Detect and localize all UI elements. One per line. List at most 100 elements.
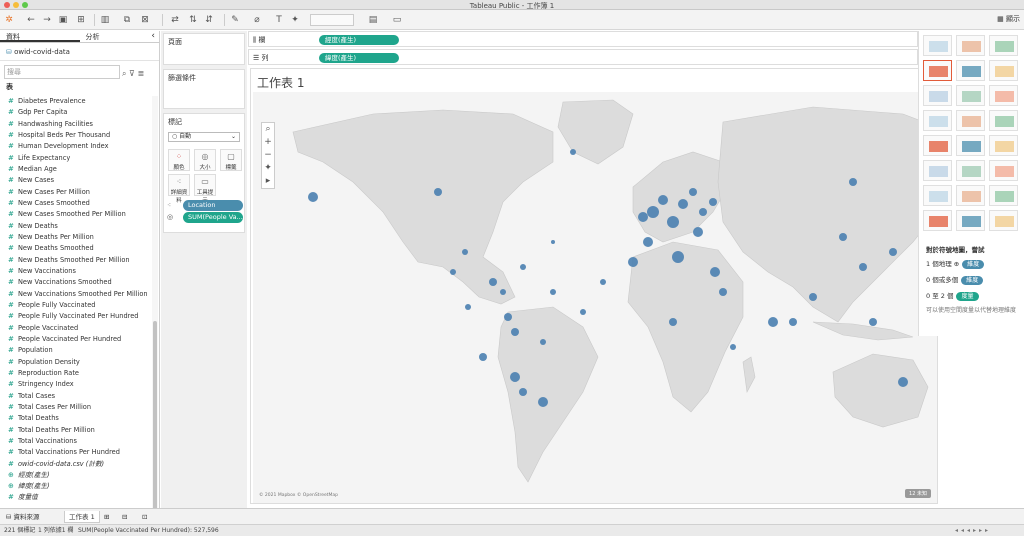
country-mark[interactable] xyxy=(859,263,867,271)
mark-type-dropdown[interactable]: ○ 自動 ⌄ xyxy=(168,132,240,142)
country-mark[interactable] xyxy=(308,192,318,202)
country-mark[interactable] xyxy=(510,372,520,382)
chart-type-thumbnail[interactable] xyxy=(989,85,1018,106)
columns-shelf[interactable]: ⫼ 欄 經度(產生) xyxy=(248,31,918,47)
field-item[interactable]: # Diabetes Prevalence xyxy=(0,96,152,107)
field-item[interactable]: # New Deaths Per Million xyxy=(0,232,152,243)
chart-type-thumbnail[interactable] xyxy=(956,135,985,156)
map-search-icon[interactable]: ⌕ xyxy=(262,123,274,136)
sort-descending-icon[interactable]: ⇵ xyxy=(204,14,214,26)
pages-card[interactable]: 頁面 xyxy=(163,33,245,65)
field-list-scrollbar[interactable] xyxy=(152,96,158,536)
field-item[interactable]: # Total Cases xyxy=(0,391,152,402)
new-dashboard-tab-icon[interactable]: ⊟ xyxy=(118,511,131,523)
chart-type-thumbnail[interactable] xyxy=(923,60,952,81)
country-mark[interactable] xyxy=(768,317,778,327)
pin-map-icon[interactable]: ✦ xyxy=(262,162,274,175)
chart-type-thumbnail[interactable] xyxy=(956,160,985,181)
field-item[interactable]: # Reproduction Rate xyxy=(0,368,152,379)
field-item[interactable]: # Total Cases Per Million xyxy=(0,402,152,413)
country-mark[interactable] xyxy=(730,344,736,350)
country-mark[interactable] xyxy=(678,199,688,209)
country-mark[interactable] xyxy=(462,249,468,255)
sheet-navigation-icon[interactable]: ◂◂◂▸▸▸ xyxy=(955,525,991,536)
country-mark[interactable] xyxy=(479,353,487,361)
chart-type-thumbnail[interactable] xyxy=(956,60,985,81)
detail-button[interactable]: ⁖ 詳細資料 xyxy=(168,174,190,204)
expand-toolbar-icon[interactable]: ▸ xyxy=(262,175,274,188)
country-mark[interactable] xyxy=(869,318,877,326)
field-item[interactable]: # New Vaccinations xyxy=(0,266,152,277)
chart-type-thumbnail[interactable] xyxy=(989,110,1018,131)
group-icon[interactable]: ⌀ xyxy=(252,14,262,26)
redo-icon[interactable]: → xyxy=(42,14,52,26)
data-source-item[interactable]: ⛁ owid-covid-data xyxy=(0,43,159,61)
color-button[interactable]: ⁘ 顏色 xyxy=(168,149,190,171)
field-item[interactable]: # Gdp Per Capita xyxy=(0,107,152,118)
country-mark[interactable] xyxy=(647,206,659,218)
country-mark[interactable] xyxy=(628,257,638,267)
unknown-marks-badge[interactable]: 12 未知 xyxy=(905,489,931,498)
field-item[interactable]: # People Vaccinated Per Hundred xyxy=(0,334,152,345)
country-mark[interactable] xyxy=(658,195,668,205)
country-mark[interactable] xyxy=(669,318,677,326)
field-item[interactable]: # Total Vaccinations Per Hundred xyxy=(0,447,152,458)
chart-type-thumbnail[interactable] xyxy=(923,135,952,156)
save-icon[interactable]: ▣ xyxy=(58,14,68,26)
country-mark[interactable] xyxy=(580,309,586,315)
tableau-logo-icon[interactable]: ✲ xyxy=(4,14,14,26)
chart-type-thumbnail[interactable] xyxy=(989,160,1018,181)
field-item[interactable]: # Median Age xyxy=(0,164,152,175)
sort-ascending-icon[interactable]: ⇅ xyxy=(188,14,198,26)
field-item[interactable]: # Stringency Index xyxy=(0,379,152,390)
scrollbar-thumb[interactable] xyxy=(153,321,157,536)
chart-type-thumbnail[interactable] xyxy=(956,210,985,231)
fit-dropdown[interactable] xyxy=(310,14,354,26)
field-item[interactable]: # New Cases Smoothed xyxy=(0,198,152,209)
chart-type-thumbnail[interactable] xyxy=(956,35,985,56)
country-mark[interactable] xyxy=(511,328,519,336)
view-options-icon[interactable]: ≣ xyxy=(137,69,144,78)
field-item[interactable]: # New Vaccinations Smoothed Per Million xyxy=(0,289,152,300)
country-mark[interactable] xyxy=(520,264,526,270)
size-measure-pill[interactable]: SUM(People Va... xyxy=(183,212,243,223)
country-mark[interactable] xyxy=(898,377,908,387)
tab-analytics[interactable]: 分析 xyxy=(80,31,160,42)
country-mark[interactable] xyxy=(570,149,576,155)
country-mark[interactable] xyxy=(689,188,697,196)
chart-type-thumbnail[interactable] xyxy=(956,110,985,131)
chart-type-thumbnail[interactable] xyxy=(923,185,952,206)
country-mark[interactable] xyxy=(667,216,679,228)
chart-type-thumbnail[interactable] xyxy=(923,85,952,106)
chart-type-thumbnail[interactable] xyxy=(923,210,952,231)
labels-icon[interactable]: T xyxy=(274,14,284,26)
size-button[interactable]: ◎ 大小 xyxy=(194,149,216,171)
collapse-pane-icon[interactable]: ‹ xyxy=(151,31,155,41)
field-item[interactable]: # New Deaths xyxy=(0,221,152,232)
country-mark[interactable] xyxy=(465,304,471,310)
symbol-map[interactable]: ⌕ + − ✦ ▸ © 2021 Mapbox © OpenStreetMap … xyxy=(253,92,937,503)
chart-type-thumbnail[interactable] xyxy=(923,35,952,56)
country-mark[interactable] xyxy=(889,248,897,256)
country-mark[interactable] xyxy=(672,251,684,263)
country-mark[interactable] xyxy=(719,288,727,296)
field-item[interactable]: # Total Deaths Per Million xyxy=(0,425,152,436)
zoom-out-button[interactable]: − xyxy=(262,149,274,162)
chart-type-thumbnail[interactable] xyxy=(989,185,1018,206)
field-item[interactable]: # New Cases xyxy=(0,175,152,186)
field-item[interactable]: # New Cases Per Million xyxy=(0,187,152,198)
field-item[interactable]: # New Vaccinations Smoothed xyxy=(0,277,152,288)
country-mark[interactable] xyxy=(519,388,527,396)
field-item[interactable]: # Handwashing Facilities xyxy=(0,119,152,130)
chart-type-thumbnail[interactable] xyxy=(956,185,985,206)
country-mark[interactable] xyxy=(538,397,548,407)
label-button[interactable]: ▢ 標籤 xyxy=(220,149,242,171)
swap-icon[interactable]: ⇄ xyxy=(170,14,180,26)
field-item[interactable]: # Life Expectancy xyxy=(0,153,152,164)
country-mark[interactable] xyxy=(709,198,717,206)
country-mark[interactable] xyxy=(500,289,506,295)
field-item[interactable]: # Human Development Index xyxy=(0,141,152,152)
field-item[interactable]: # New Deaths Smoothed Per Million xyxy=(0,255,152,266)
country-mark[interactable] xyxy=(638,212,648,222)
country-mark[interactable] xyxy=(434,188,442,196)
